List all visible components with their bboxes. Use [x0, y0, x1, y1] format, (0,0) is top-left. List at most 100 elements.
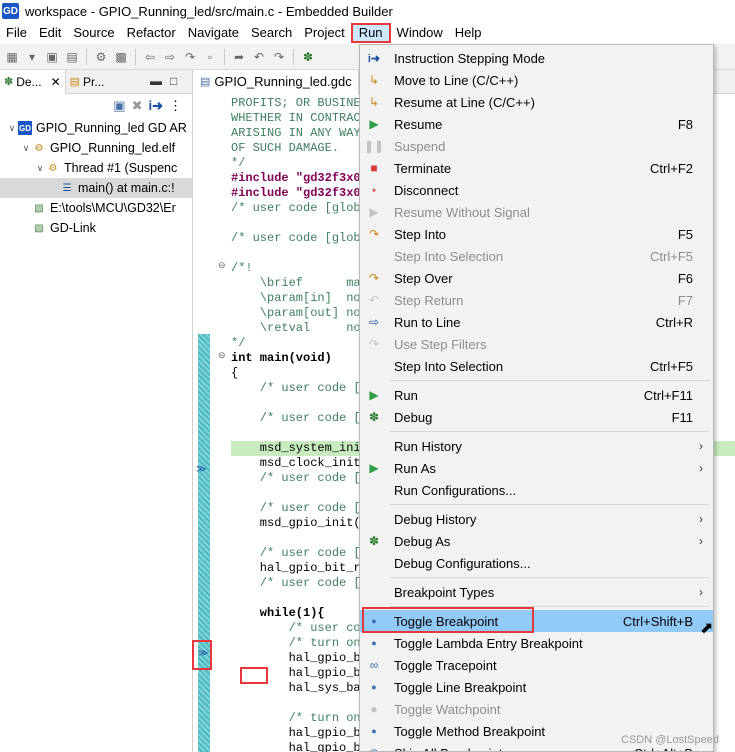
menu-file[interactable]: File: [0, 23, 33, 43]
build-icon[interactable]: ⚙: [93, 49, 109, 65]
tree-item[interactable]: ▧ E:\tools\MCU\GD32\Er: [0, 198, 192, 218]
menu-item-move-to-line-c-c[interactable]: ↳ Move to Line (C/C++): [360, 69, 713, 91]
tree-item[interactable]: ∨ ⚙ GPIO_Running_led.elf: [0, 138, 192, 158]
code-line-text: msd_clock_init: [231, 456, 361, 470]
menu-item-run[interactable]: ▶ Run Ctrl+F11: [360, 384, 713, 406]
menu-item-run-history[interactable]: Run History ›: [360, 435, 713, 457]
next-annotation-icon[interactable]: ⇨: [162, 49, 178, 65]
gdb-icon: ▧: [34, 202, 44, 214]
menu-source[interactable]: Source: [67, 23, 120, 43]
code-line-text: /* user code [:: [231, 381, 368, 395]
menu-item-step-into[interactable]: ↷ Step Into F5: [360, 223, 713, 245]
dropdown-arrow-icon[interactable]: ▾: [24, 49, 40, 65]
remove-terminated-icon[interactable]: ✖: [132, 98, 143, 114]
fold-icon[interactable]: ⊖: [218, 260, 226, 271]
maximize-icon[interactable]: □: [170, 74, 177, 88]
menu-item-label: Debug Configurations...: [394, 555, 531, 571]
menu-item-debug-history[interactable]: Debug History ›: [360, 508, 713, 530]
menu-item-step-over[interactable]: ↷ Step Over F6: [360, 267, 713, 289]
skip-icon[interactable]: ↷: [182, 49, 198, 65]
run-as-icon: ▶: [369, 461, 379, 475]
menu-item-label: Resume: [394, 116, 443, 132]
menu-item-resume-at-line-c-c[interactable]: ↳ Resume at Line (C/C++): [360, 91, 713, 113]
tree-item[interactable]: ☰ main() at main.c:!: [0, 178, 192, 198]
back-icon[interactable]: ↶: [251, 49, 267, 65]
chevron-down-icon[interactable]: ∨: [6, 123, 18, 134]
menu-item-label: Suspend: [394, 138, 446, 154]
tab-editor-file[interactable]: ▤ GPIO_Running_led.gdc: [194, 69, 359, 94]
menu-help[interactable]: Help: [449, 23, 488, 43]
step-into-icon: ↷: [368, 227, 380, 241]
menu-item-resume-without-signal: ▶ Resume Without Signal: [360, 201, 713, 223]
menu-item-toggle-tracepoint[interactable]: ∞ Toggle Tracepoint: [360, 654, 713, 676]
menu-search[interactable]: Search: [245, 23, 298, 43]
code-line-text: /* user code [:: [231, 576, 368, 590]
menu-item-resume[interactable]: ▶ Resume F8: [360, 113, 713, 135]
menu-item-debug-as[interactable]: ✽ Debug As ›: [360, 530, 713, 552]
tab-debug[interactable]: ✽ De... ✕: [0, 69, 66, 94]
chevron-down-icon[interactable]: ∨: [34, 163, 46, 174]
instruction-stepping-toolbar-icon[interactable]: i➜: [148, 98, 163, 114]
menu-item-label: Run Configurations...: [394, 482, 517, 498]
menu-item-debug[interactable]: ✽ Debug F11: [360, 406, 713, 428]
menu-project[interactable]: Project: [298, 23, 350, 43]
view-menu-icon[interactable]: ⋮: [169, 98, 182, 114]
menu-edit[interactable]: Edit: [33, 23, 67, 43]
menu-refactor[interactable]: Refactor: [121, 23, 182, 43]
menu-navigate[interactable]: Navigate: [182, 23, 245, 43]
save-icon[interactable]: ▣: [44, 49, 60, 65]
menu-window[interactable]: Window: [391, 23, 449, 43]
menu-item-disconnect[interactable]: ⋆ Disconnect: [360, 179, 713, 201]
menu-item-step-into-selection[interactable]: Step Into Selection Ctrl+F5: [360, 355, 713, 377]
menu-item-toggle-lambda-entry-breakpoint[interactable]: ● Toggle Lambda Entry Breakpoint: [360, 632, 713, 654]
debug-bug-toolbar-icon[interactable]: ✽: [300, 49, 316, 65]
collapse-all-icon[interactable]: ▣: [113, 98, 125, 114]
resume-icon: ▶: [369, 117, 379, 131]
thread-icon: ⚙: [48, 162, 58, 174]
menu-item-label: Debug: [394, 409, 433, 425]
tree-item-label: Thread #1 (Suspenc: [64, 161, 178, 175]
menu-item-label: Run As: [394, 460, 436, 476]
terminate-icon: ■: [370, 161, 378, 175]
code-line-text: hal_gpio_bi: [231, 726, 368, 740]
toggle-icon[interactable]: ▫: [202, 49, 218, 65]
menu-item-shortcut: Ctrl+F5: [650, 248, 693, 264]
tab-project-explorer[interactable]: ▤ Pr...: [66, 70, 109, 94]
prev-annotation-icon[interactable]: ⇦: [142, 49, 158, 65]
close-icon[interactable]: ✕: [51, 75, 61, 89]
breakpoint-dot-icon: ●: [371, 726, 377, 736]
save-all-icon[interactable]: ▤: [64, 49, 80, 65]
menu-item-shortcut: F7: [677, 292, 693, 308]
menu-item-run-as[interactable]: ▶ Run As ›: [360, 457, 713, 479]
new-icon[interactable]: ▦: [4, 49, 20, 65]
menu-item-label: Disconnect: [394, 182, 459, 198]
menu-run[interactable]: Run: [350, 23, 391, 43]
menu-item-label: Step Into Selection: [394, 248, 504, 264]
toggle-breakpoint-highlight-box: [362, 607, 534, 633]
menu-item-label: Run: [394, 387, 418, 403]
menu-item-run-configurations[interactable]: Run Configurations...: [360, 479, 713, 501]
menu-item-toggle-line-breakpoint[interactable]: ● Toggle Line Breakpoint: [360, 676, 713, 698]
binary-icon[interactable]: ▩: [113, 49, 129, 65]
forward-icon[interactable]: ↷: [271, 49, 287, 65]
minimize-icon[interactable]: ▬: [150, 74, 162, 88]
tree-item[interactable]: ∨ GD GPIO_Running_led GD AR: [0, 118, 192, 138]
menu-item-breakpoint-types[interactable]: Breakpoint Types ›: [360, 581, 713, 603]
code-line-text: /* turn on: [231, 636, 361, 650]
tree-item[interactable]: ▧ GD-Link: [0, 218, 192, 238]
menu-item-instruction-stepping-mode[interactable]: i➜ Instruction Stepping Mode: [360, 47, 713, 69]
menu-item-shortcut: F6: [677, 270, 693, 286]
code-line-text: */: [231, 156, 246, 170]
step-icon[interactable]: ➦: [231, 49, 247, 65]
menu-item-debug-configurations[interactable]: Debug Configurations...: [360, 552, 713, 574]
line-highlight-box: [240, 667, 268, 684]
menu-item-run-to-line[interactable]: ⇨ Run to Line Ctrl+R: [360, 311, 713, 333]
tree-item[interactable]: ∨ ⚙ Thread #1 (Suspenc: [0, 158, 192, 178]
debug-tree: ∨ GD GPIO_Running_led GD AR ∨ ⚙ GPIO_Running_…: [0, 118, 192, 238]
chevron-down-icon[interactable]: ∨: [20, 143, 32, 154]
code-line-text: \param[in] non: [231, 291, 368, 305]
menu-item-terminate[interactable]: ■ Terminate Ctrl+F2: [360, 157, 713, 179]
fold-icon[interactable]: ⊖: [218, 350, 226, 361]
breakpoint-dot-icon: ●: [371, 638, 377, 648]
code-line-text: \param[out] non: [231, 306, 368, 320]
